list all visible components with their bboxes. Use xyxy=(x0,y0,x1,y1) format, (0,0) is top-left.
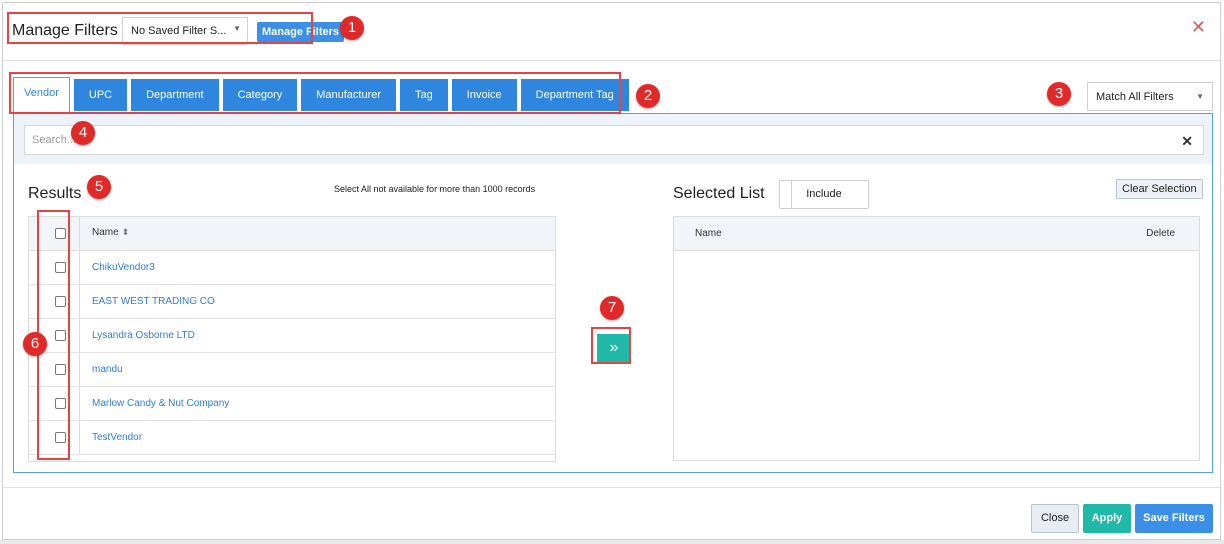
annotation-badge-2: 2 xyxy=(636,84,660,108)
search-bar: Search... ✕ xyxy=(14,114,1212,164)
row-name-link[interactable]: mandu xyxy=(92,364,123,375)
annotation-box-1 xyxy=(7,12,313,44)
annotation-badge-5: 5 xyxy=(87,175,111,199)
select-all-note: Select All not available for more than 1… xyxy=(334,184,536,194)
page-bottom-edge xyxy=(0,540,1224,544)
table-row: mandu xyxy=(29,353,555,387)
toggle-handle xyxy=(780,181,792,208)
results-title: Results xyxy=(28,185,82,202)
annotation-box-7 xyxy=(591,327,631,364)
annotation-box-2 xyxy=(9,72,621,114)
column-divider xyxy=(79,353,80,386)
clear-selection-button[interactable]: Clear Selection xyxy=(1116,179,1203,199)
clear-search-icon[interactable]: ✕ xyxy=(1181,133,1193,150)
row-name-link[interactable]: TestVendor xyxy=(92,432,142,443)
apply-button[interactable]: Apply xyxy=(1083,504,1131,533)
sort-icon[interactable]: ⬍ xyxy=(122,227,130,237)
match-filters-select[interactable]: Match All Filters ▼ xyxy=(1087,82,1213,111)
filter-panel: Search... ✕ Results Select All not avail… xyxy=(13,113,1213,473)
column-divider xyxy=(79,251,80,284)
name-column-header[interactable]: Name ⬍ xyxy=(92,227,129,238)
match-filters-value: Match All Filters xyxy=(1096,91,1174,103)
annotation-badge-6: 6 xyxy=(23,332,47,356)
row-name-link[interactable]: ChikuVendor3 xyxy=(92,262,155,273)
table-row: Marlow Candy & Nut Company xyxy=(29,387,555,421)
row-name-link[interactable]: EAST WEST TRADING CO xyxy=(92,296,215,307)
table-row: TestVendor xyxy=(29,421,555,455)
include-label: Include xyxy=(806,188,842,200)
table-row: Lysandra Osborne LTD xyxy=(29,319,555,353)
annotation-badge-4: 4 xyxy=(71,121,95,145)
name-column-label: Name xyxy=(92,227,119,238)
table-row: EAST WEST TRADING CO xyxy=(29,285,555,319)
modal-footer: Close Apply Save Filters xyxy=(3,487,1220,541)
column-divider xyxy=(79,285,80,318)
save-filters-button[interactable]: Save Filters xyxy=(1135,504,1213,533)
column-divider xyxy=(79,319,80,352)
annotation-badge-7: 7 xyxy=(600,296,624,320)
results-table: Name ⬍ ChikuVendor3 EAST WEST TRADING CO … xyxy=(28,216,556,462)
selected-delete-header: Delete xyxy=(1146,228,1175,239)
row-name-link[interactable]: Marlow Candy & Nut Company xyxy=(92,398,229,409)
search-placeholder: Search... xyxy=(32,134,77,146)
close-button[interactable]: Close xyxy=(1031,504,1079,533)
close-icon[interactable]: ✕ xyxy=(1191,17,1206,38)
include-toggle[interactable]: Include xyxy=(779,180,869,209)
selected-header-row: Name Delete xyxy=(674,217,1199,251)
row-name-link[interactable]: Lysandra Osborne LTD xyxy=(92,330,195,341)
chevron-down-icon: ▼ xyxy=(1196,92,1204,101)
column-divider xyxy=(79,421,80,454)
selected-list-title: Selected List xyxy=(673,185,765,202)
annotation-badge-3: 3 xyxy=(1047,82,1071,106)
column-divider xyxy=(79,387,80,420)
results-header-row: Name ⬍ xyxy=(29,217,555,251)
column-divider xyxy=(79,217,80,250)
selected-table: Name Delete xyxy=(673,216,1200,461)
selected-name-header: Name xyxy=(695,228,722,239)
search-input[interactable]: Search... ✕ xyxy=(24,125,1204,155)
table-row: ChikuVendor3 xyxy=(29,251,555,285)
annotation-badge-1: 1 xyxy=(340,16,364,40)
